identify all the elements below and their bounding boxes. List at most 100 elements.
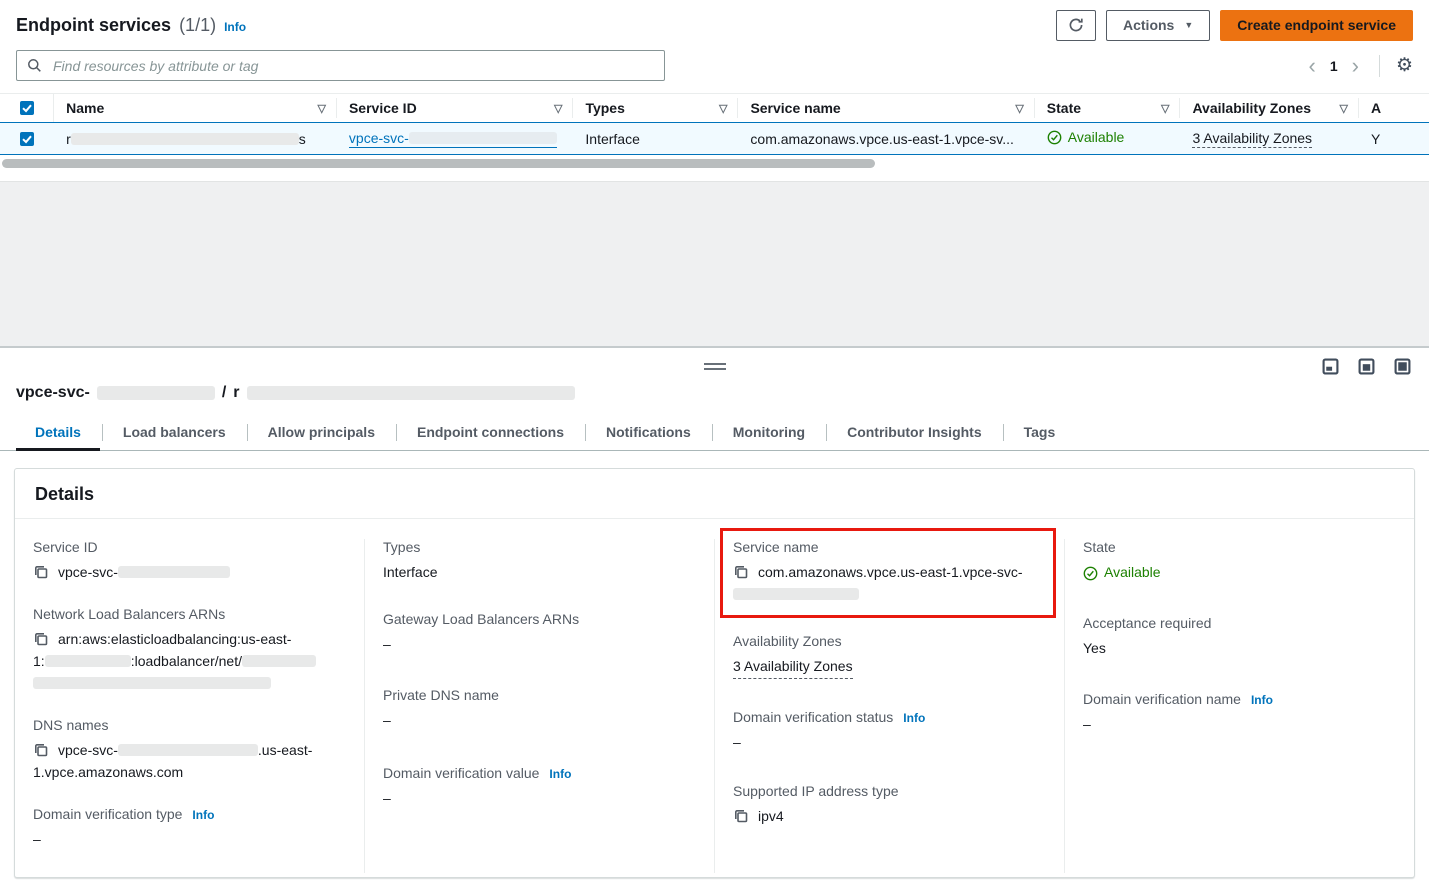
sort-icon[interactable]: ▽: [1015, 102, 1023, 115]
service-name-highlight-box: Service name com.amazonaws.vpce.us-east-…: [720, 528, 1056, 618]
service-id-link[interactable]: vpce-svc-: [349, 130, 557, 148]
horizontal-scrollbar-thumb[interactable]: [2, 159, 875, 168]
redacted-text: [118, 744, 258, 756]
refresh-button[interactable]: [1056, 10, 1096, 41]
details-column-3: Service name com.amazonaws.vpce.us-east-…: [714, 539, 1064, 873]
column-header-state[interactable]: State▽: [1035, 98, 1181, 118]
copy-icon[interactable]: [733, 808, 749, 824]
sort-icon[interactable]: ▽: [554, 102, 562, 115]
info-link[interactable]: Info: [549, 767, 571, 781]
field-dns-names: DNS names vpce-svc-.us-east- 1.vpce.amaz…: [33, 717, 346, 783]
availability-zones-link[interactable]: 3 Availability Zones: [1192, 130, 1312, 148]
redacted-text: [247, 386, 575, 400]
field-supported-ip-type: Supported IP address type ipv4: [733, 783, 1046, 827]
table-header-row: Name▽ Service ID▽ Types▽ Service name▽ S…: [0, 94, 1429, 122]
preferences-gear-icon[interactable]: ⚙: [1396, 56, 1413, 75]
copy-icon[interactable]: [33, 631, 49, 647]
table-row[interactable]: rs vpce-svc- Interface com.amazonaws.vpc…: [0, 122, 1429, 155]
availability-zones-link[interactable]: 3 Availability Zones: [733, 655, 853, 679]
details-card-header: Details: [15, 469, 1414, 519]
tab-monitoring[interactable]: Monitoring: [712, 417, 826, 450]
horizontal-scrollbar: [2, 158, 1427, 169]
cell-service-name: com.amazonaws.vpce.us-east-1.vpce-sv...: [738, 131, 1034, 147]
detail-panel: vpce-svc- / r Details Load balancers All…: [0, 346, 1429, 886]
info-link[interactable]: Info: [1251, 693, 1273, 707]
info-link[interactable]: Info: [192, 808, 214, 822]
column-header-name[interactable]: Name▽: [54, 98, 337, 118]
search-input[interactable]: [51, 57, 654, 75]
page-title: Endpoint services: [16, 15, 171, 36]
redacted-text: [71, 133, 299, 145]
cell-name: rs: [54, 131, 337, 147]
details-card-title: Details: [35, 484, 1394, 505]
field-domain-verification-value: Domain verification valueInfo –: [383, 765, 696, 809]
redacted-text: [33, 677, 271, 689]
panel-size-small-icon[interactable]: [1322, 358, 1339, 375]
row-checkbox[interactable]: [20, 132, 34, 146]
copy-icon[interactable]: [33, 742, 49, 758]
sort-icon[interactable]: ▽: [318, 102, 326, 115]
field-acceptance-required: Acceptance required Yes: [1083, 615, 1396, 659]
list-header: Endpoint services (1/1) Info Actions ▼ C…: [0, 8, 1429, 42]
endpoint-services-list-section: Endpoint services (1/1) Info Actions ▼ C…: [0, 0, 1429, 181]
field-availability-zones: Availability Zones 3 Availability Zones: [733, 633, 1046, 679]
column-header-service-name[interactable]: Service name▽: [738, 98, 1034, 118]
info-link[interactable]: Info: [903, 711, 925, 725]
row-select-cell: [0, 132, 54, 146]
panel-size-full-icon[interactable]: [1394, 358, 1411, 375]
column-header-types[interactable]: Types▽: [573, 98, 738, 118]
panel-drag-handle-icon[interactable]: [704, 363, 726, 370]
tab-tags[interactable]: Tags: [1003, 417, 1077, 450]
field-types: Types Interface: [383, 539, 696, 583]
column-header-clipped[interactable]: A: [1359, 98, 1429, 118]
search-icon: [27, 58, 42, 73]
check-circle-icon: [1083, 565, 1098, 580]
tab-load-balancers[interactable]: Load balancers: [102, 417, 247, 450]
cell-types: Interface: [573, 131, 738, 147]
details-column-2: Types Interface Gateway Load Balancers A…: [364, 539, 714, 873]
next-page-icon[interactable]: ›: [1348, 56, 1363, 76]
info-link[interactable]: Info: [224, 20, 246, 34]
selected-resource-title: vpce-svc- / r: [16, 384, 1413, 402]
check-circle-icon: [1047, 130, 1062, 145]
field-private-dns-name: Private DNS name –: [383, 687, 696, 731]
copy-icon[interactable]: [733, 564, 749, 580]
redacted-text: [409, 132, 557, 144]
detail-tabs: Details Load balancers Allow principals …: [0, 417, 1429, 451]
result-count: (1/1): [179, 15, 216, 36]
actions-button[interactable]: Actions ▼: [1106, 10, 1210, 41]
sort-icon[interactable]: ▽: [719, 102, 727, 115]
page-number[interactable]: 1: [1328, 58, 1340, 74]
tab-notifications[interactable]: Notifications: [585, 417, 712, 450]
cell-state: Available: [1035, 129, 1181, 148]
redacted-text: [242, 655, 316, 667]
field-domain-verification-status: Domain verification statusInfo –: [733, 709, 1046, 753]
tab-contributor-insights[interactable]: Contributor Insights: [826, 417, 1003, 450]
field-state: State Available: [1083, 539, 1396, 587]
cell-availability-zones: 3 Availability Zones: [1180, 130, 1359, 148]
tab-endpoint-connections[interactable]: Endpoint connections: [396, 417, 585, 450]
column-header-availability-zones[interactable]: Availability Zones▽: [1180, 98, 1359, 118]
refresh-icon: [1068, 17, 1084, 33]
column-header-service-id[interactable]: Service ID▽: [337, 98, 573, 118]
cell-clipped: Y: [1359, 131, 1429, 147]
copy-icon[interactable]: [33, 564, 49, 580]
field-domain-verification-name: Domain verification nameInfo –: [1083, 691, 1396, 735]
search-box[interactable]: [16, 50, 665, 81]
details-card: Details Service ID vpce-svc- Network Loa…: [14, 468, 1415, 878]
tab-allow-principals[interactable]: Allow principals: [247, 417, 396, 450]
select-all-checkbox[interactable]: [20, 101, 34, 115]
sort-icon[interactable]: ▽: [1161, 102, 1169, 115]
divider: [1379, 55, 1380, 77]
create-endpoint-service-button[interactable]: Create endpoint service: [1220, 10, 1413, 41]
list-toolbar: ‹ 1 › ⚙: [0, 42, 1429, 81]
field-domain-verification-type: Domain verification typeInfo –: [33, 806, 346, 850]
pagination: ‹ 1 › ⚙: [1305, 55, 1414, 77]
tab-details[interactable]: Details: [14, 417, 102, 450]
previous-page-icon[interactable]: ‹: [1305, 56, 1320, 76]
caret-down-icon: ▼: [1184, 20, 1193, 30]
sort-icon[interactable]: ▽: [1340, 102, 1348, 115]
details-column-1: Service ID vpce-svc- Network Load Balanc…: [15, 539, 364, 873]
endpoint-services-table: Name▽ Service ID▽ Types▽ Service name▽ S…: [0, 93, 1429, 169]
panel-size-medium-icon[interactable]: [1358, 358, 1375, 375]
